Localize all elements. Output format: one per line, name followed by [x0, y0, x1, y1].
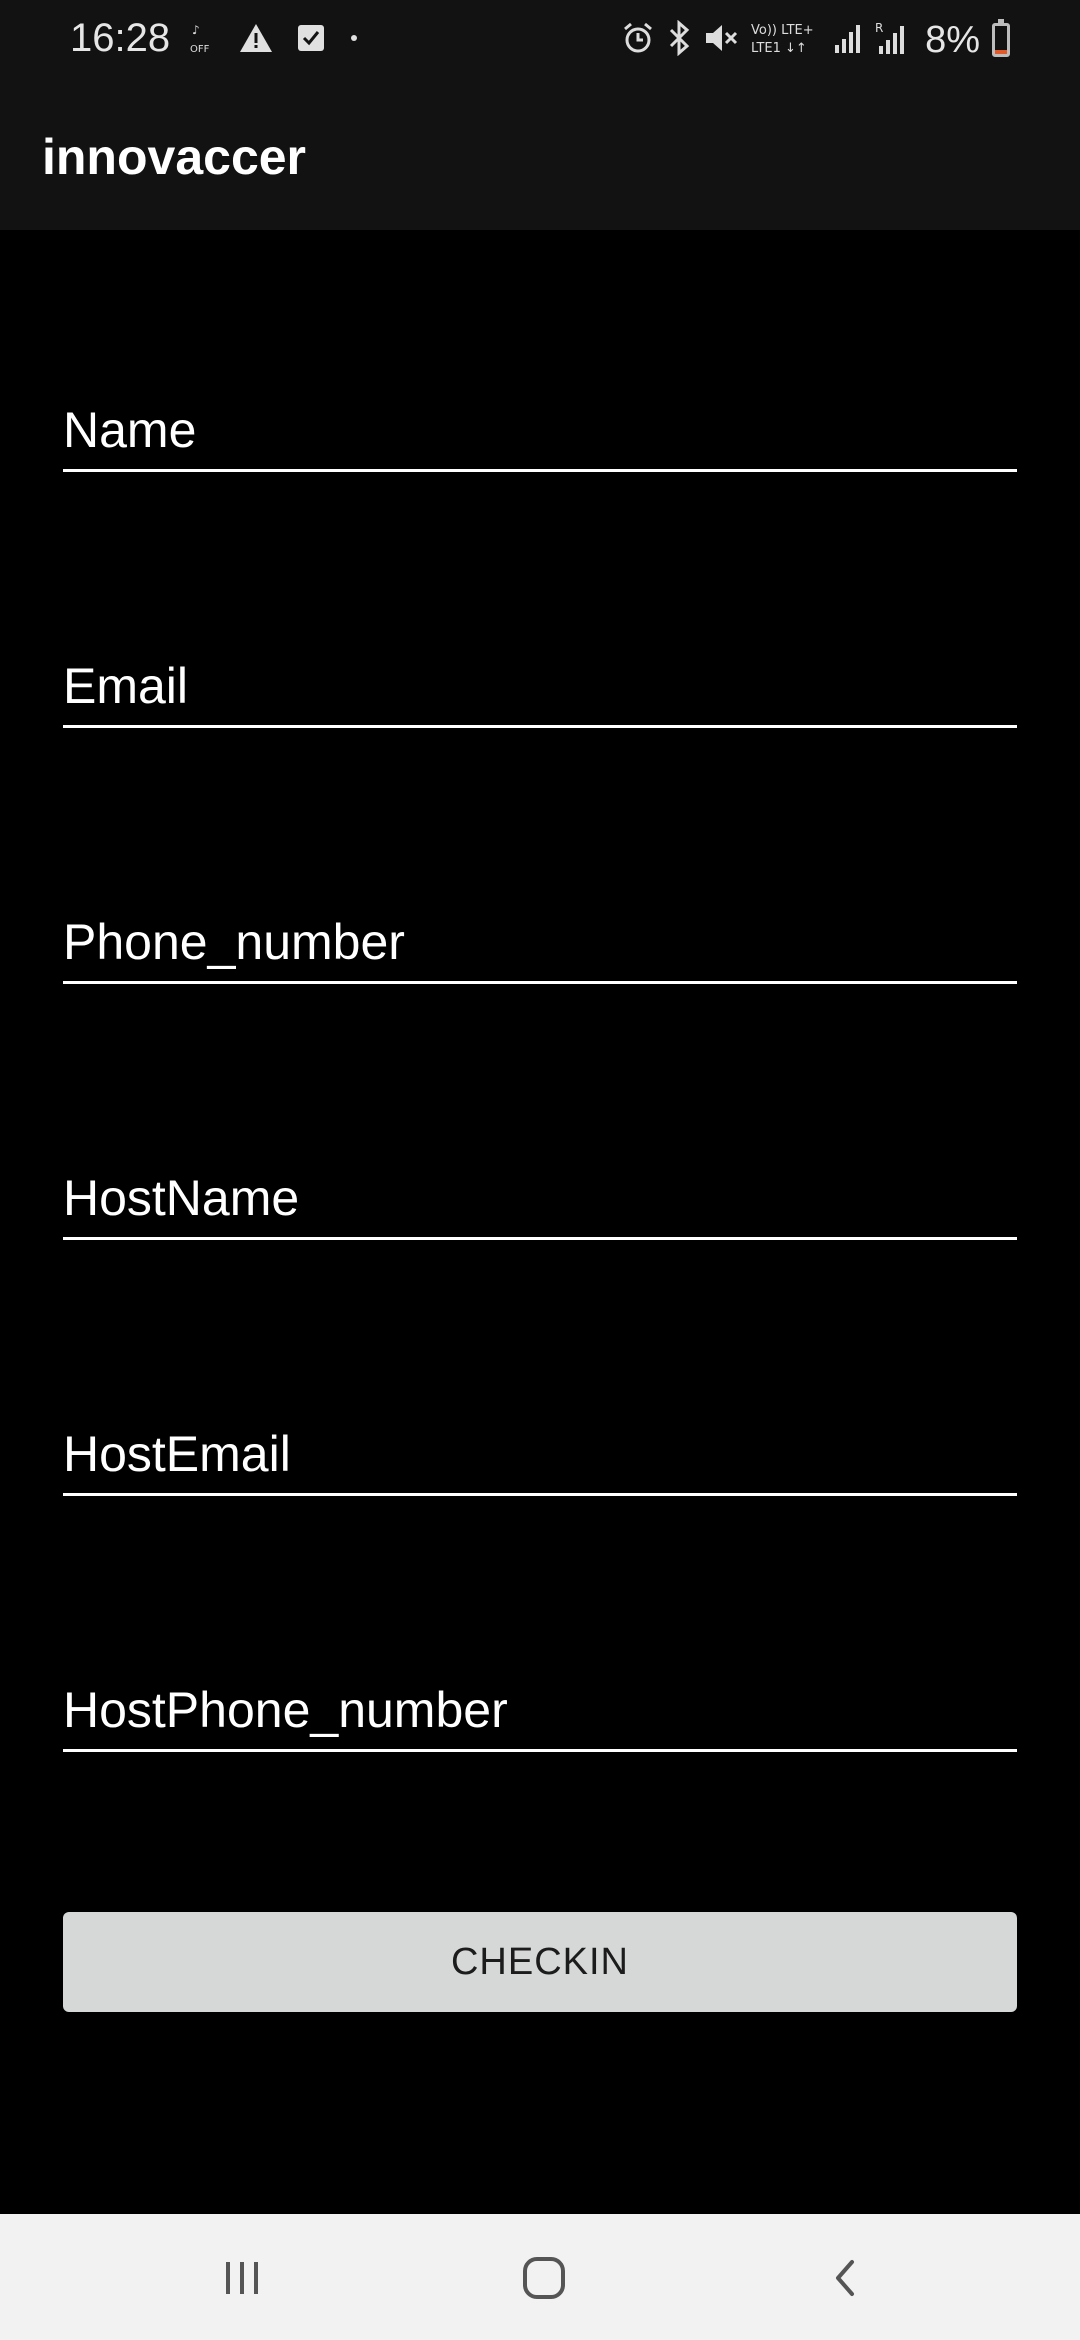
svg-text:LTE1 ↓↑: LTE1 ↓↑	[751, 41, 807, 56]
svg-text:R: R	[875, 21, 883, 35]
host-name-field[interactable]	[63, 1160, 1017, 1240]
email-field[interactable]	[63, 648, 1017, 728]
recent-apps-icon[interactable]	[212, 2250, 272, 2306]
host-phone-number-input[interactable]	[63, 1681, 1017, 1739]
app-bar: innovaccer	[0, 80, 1080, 230]
host-name-input[interactable]	[63, 1169, 1017, 1227]
status-time: 16:28	[70, 16, 171, 60]
host-email-field[interactable]	[63, 1416, 1017, 1496]
warning-icon	[238, 22, 274, 59]
navigation-bar	[0, 2214, 1080, 2340]
volte-icon: Vo)) LTE+ LTE1 ↓↑	[751, 20, 821, 61]
email-input[interactable]	[63, 657, 1017, 715]
alarm-icon	[621, 21, 655, 60]
battery-percent: 8%	[925, 18, 980, 61]
checkin-button[interactable]: CHECKIN	[63, 1912, 1017, 2012]
phone-number-field[interactable]	[63, 904, 1017, 984]
back-icon[interactable]	[816, 2250, 876, 2306]
status-system-icons: Vo)) LTE+ LTE1 ↓↑ R 8%	[621, 18, 1010, 62]
svg-text:♪: ♪	[192, 23, 200, 37]
bluetooth-icon	[667, 19, 691, 61]
battery-icon	[992, 19, 1010, 57]
checkbox-icon	[296, 23, 326, 58]
dot-icon	[348, 31, 360, 49]
svg-text:OFF: OFF	[190, 44, 210, 55]
status-notification-icons: ♪ OFF	[190, 20, 360, 60]
name-input[interactable]	[63, 401, 1017, 459]
status-bar: 16:28 ♪ OFF Vo)) LTE+ LTE1 ↓↑ R 8%	[0, 0, 1080, 80]
mute-icon	[703, 21, 739, 60]
battery-level-fill	[995, 49, 1007, 54]
name-field[interactable]	[63, 392, 1017, 472]
svg-text:Vo)) LTE+: Vo)) LTE+	[751, 23, 814, 38]
roaming-signal-icon: R	[875, 20, 907, 61]
wifi-calling-off-icon: ♪ OFF	[190, 20, 216, 61]
home-icon[interactable]	[514, 2250, 574, 2306]
signal-icon	[833, 21, 863, 60]
host-email-input[interactable]	[63, 1425, 1017, 1483]
host-phone-number-field[interactable]	[63, 1672, 1017, 1752]
app-title: innovaccer	[42, 129, 307, 185]
phone-number-input[interactable]	[63, 913, 1017, 971]
